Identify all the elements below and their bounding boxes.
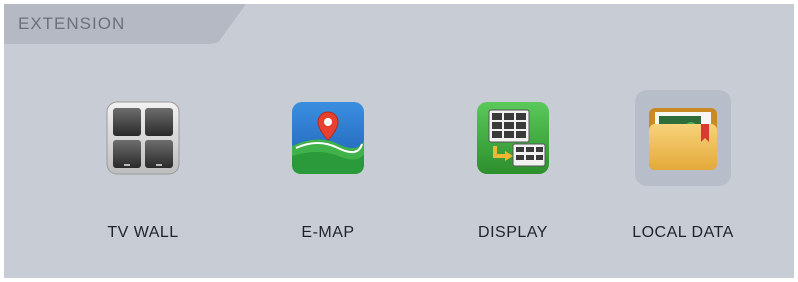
e-map-button[interactable]: E-MAP [245, 90, 395, 250]
tv-wall-button[interactable]: TV WALL [60, 90, 210, 250]
e-map-label: E-MAP [301, 224, 355, 241]
display-tile[interactable] [465, 90, 561, 186]
e-map-icon [292, 102, 364, 174]
display-button[interactable]: DISPLAY [430, 90, 580, 250]
extension-panel: EXTENSION TV WALL E-MAP DISPLAY LOCAL DA… [4, 4, 794, 278]
local-data-tile[interactable] [635, 90, 731, 186]
section-title: EXTENSION [18, 14, 126, 33]
local-data-button[interactable]: LOCAL DATA [600, 90, 750, 250]
tv-wall-label: TV WALL [107, 224, 179, 241]
local-data-icon [649, 108, 717, 170]
tv-wall-icon [106, 101, 180, 175]
display-label: DISPLAY [478, 224, 548, 241]
tv-wall-tile[interactable] [95, 90, 191, 186]
display-icon [477, 102, 549, 174]
local-data-label: LOCAL DATA [632, 224, 734, 241]
e-map-tile[interactable] [280, 90, 376, 186]
